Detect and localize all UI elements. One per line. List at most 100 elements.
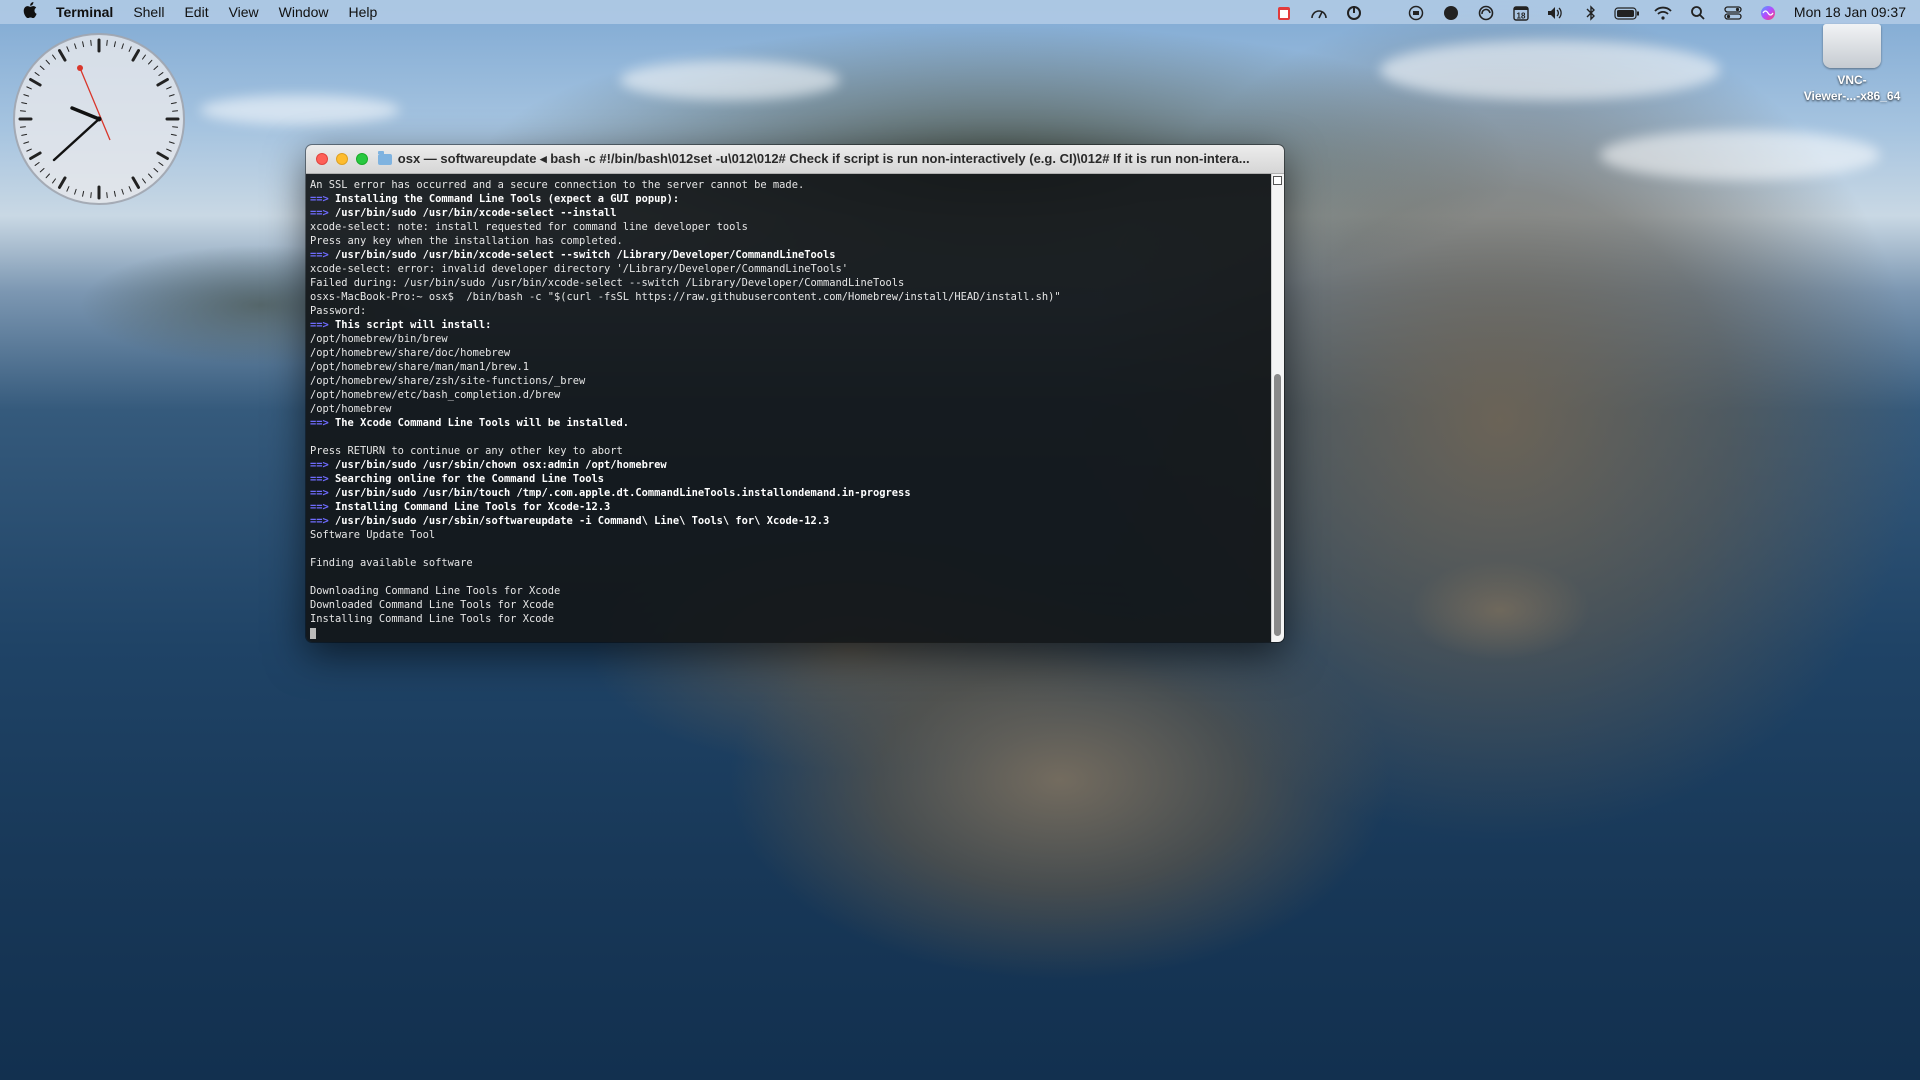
terminal-line-text: Press any key when the installation has … (310, 235, 623, 247)
terminal-line-text: /usr/bin/sudo /usr/bin/xcode-select --sw… (335, 249, 836, 261)
terminal-line: ==> Installing Command Line Tools for Xc… (310, 500, 1267, 514)
menu-bar: Terminal Shell Edit View Window Help 18 … (0, 0, 1920, 24)
terminal-line-text: Downloaded Command Line Tools for Xcode (310, 599, 554, 611)
terminal-line-text: xcode-select: error: invalid developer d… (310, 263, 848, 275)
cloud (200, 95, 400, 125)
cloud (1600, 130, 1880, 180)
terminal-line: xcode-select: note: install requested fo… (310, 220, 1267, 234)
compass-icon[interactable] (1439, 0, 1463, 24)
terminal-line: ==> Installing the Command Line Tools (e… (310, 192, 1267, 206)
terminal-line: /opt/homebrew/share/zsh/site-functions/_… (310, 374, 1267, 388)
terminal-output[interactable]: An SSL error has occurred and a secure c… (306, 174, 1271, 642)
terminal-body[interactable]: An SSL error has occurred and a secure c… (306, 174, 1284, 642)
menu-bar-clock[interactable]: Mon 18 Jan 09:37 (1794, 4, 1906, 20)
cloud (1380, 40, 1720, 100)
menu-shell[interactable]: Shell (133, 4, 164, 20)
lock-ring-icon[interactable] (1404, 0, 1428, 24)
terminal-line: ==> This script will install: (310, 318, 1267, 332)
terminal-line-text: This script will install: (335, 319, 492, 331)
terminal-line-text: /usr/bin/sudo /usr/bin/touch /tmp/.com.a… (335, 487, 911, 499)
terminal-line: Downloaded Command Line Tools for Xcode (310, 598, 1267, 612)
close-button[interactable] (316, 153, 328, 165)
clock-tick (19, 126, 26, 128)
desktop-drive-icon[interactable]: VNC- Viewer-...-x86_64 (1792, 24, 1912, 104)
terminal-line-text: Password: (310, 305, 367, 317)
menu-edit[interactable]: Edit (184, 4, 208, 20)
terminal-line: /opt/homebrew (310, 402, 1267, 416)
terminal-line-text: Finding available software (310, 557, 473, 569)
desktop-drive-label-line2: Viewer-...-x86_64 (1803, 89, 1901, 103)
terminal-line: ==> /usr/bin/sudo /usr/bin/xcode-select … (310, 206, 1267, 220)
speedometer-icon[interactable] (1307, 0, 1331, 24)
terminal-line: /opt/homebrew/etc/bash_completion.d/brew (310, 388, 1267, 402)
window-titlebar[interactable]: osx — softwareupdate ◂ bash -c #!/bin/ba… (306, 145, 1284, 174)
terminal-line-text: Software Update Tool (310, 529, 436, 541)
terminal-line-text: Installing Command Line Tools for Xcode (310, 613, 554, 625)
terminal-line: /opt/homebrew/share/doc/homebrew (310, 346, 1267, 360)
clock-tick (106, 192, 108, 199)
analog-clock-widget (12, 32, 186, 206)
scroll-thumb[interactable] (1274, 374, 1281, 636)
control-center-icon[interactable] (1721, 0, 1745, 24)
scroll-marker-icon[interactable] (1273, 176, 1282, 185)
terminal-line: ==> /usr/bin/sudo /usr/bin/xcode-select … (310, 248, 1267, 262)
desktop-drive-label-line1: VNC- (1837, 73, 1867, 87)
terminal-line: Password: (310, 304, 1267, 318)
disk-image-icon (1823, 24, 1881, 68)
zoom-button[interactable] (355, 153, 368, 165)
prompt-arrow-icon: ==> (310, 473, 329, 485)
terminal-line-text: /opt/homebrew/share/man/man1/brew.1 (310, 361, 529, 373)
minimize-button[interactable] (335, 153, 348, 165)
date-icon[interactable]: 18 (1509, 0, 1533, 24)
terminal-line: An SSL error has occurred and a secure c… (310, 178, 1267, 192)
terminal-line: /opt/homebrew/bin/brew (310, 332, 1267, 346)
search-icon[interactable] (1686, 0, 1710, 24)
terminal-line-text: Downloading Command Line Tools for Xcode (310, 585, 561, 597)
terminal-line-text: Installing Command Line Tools for Xcode-… (335, 501, 611, 513)
bluetooth-icon[interactable] (1579, 0, 1603, 24)
terminal-line-text: /opt/homebrew/share/doc/homebrew (310, 347, 511, 359)
clock-tick (90, 39, 92, 46)
terminal-line: ==> /usr/bin/sudo /usr/sbin/softwareupda… (310, 514, 1267, 528)
terminal-cursor-line[interactable] (310, 626, 1267, 640)
clock-tick (19, 110, 26, 112)
text-cursor (310, 627, 316, 639)
terminal-line-text: Failed during: /usr/bin/sudo /usr/bin/xc… (310, 277, 905, 289)
menu-help[interactable]: Help (348, 4, 377, 20)
vertical-scrollbar[interactable] (1271, 174, 1284, 642)
battery-icon[interactable] (1614, 0, 1640, 24)
menu-window[interactable]: Window (279, 4, 329, 20)
terminal-line: /opt/homebrew/share/man/man1/brew.1 (310, 360, 1267, 374)
analog-clock-face (13, 33, 185, 205)
terminal-line: ==> /usr/bin/sudo /usr/sbin/chown osx:ad… (310, 458, 1267, 472)
wifi-icon[interactable] (1651, 0, 1675, 24)
terminal-line-text: osxs-MacBook-Pro:~ osx$ /bin/bash -c "$(… (310, 291, 1061, 303)
siri-icon[interactable] (1756, 0, 1780, 24)
prompt-arrow-icon: ==> (310, 501, 329, 513)
apple-menu-icon[interactable] (20, 1, 40, 23)
terminal-line: ==> Searching online for the Command Lin… (310, 472, 1267, 486)
window-title: osx — softwareupdate ◂ bash -c #!/bin/ba… (397, 151, 1250, 166)
terminal-line: Press any key when the installation has … (310, 234, 1267, 248)
menu-view[interactable]: View (229, 4, 259, 20)
terminal-line: Software Update Tool (310, 528, 1267, 542)
terminal-line-text: Searching online for the Command Line To… (335, 473, 605, 485)
prompt-arrow-icon: ==> (310, 459, 329, 471)
prompt-arrow-icon: ==> (310, 249, 329, 261)
terminal-line: Finding available software (310, 556, 1267, 570)
volume-icon[interactable] (1544, 0, 1568, 24)
terminal-window[interactable]: osx — softwareupdate ◂ bash -c #!/bin/ba… (306, 145, 1284, 642)
refresh-icon[interactable] (1474, 0, 1498, 24)
clock-tick (172, 110, 179, 112)
terminal-line: osxs-MacBook-Pro:~ osx$ /bin/bash -c "$(… (310, 290, 1267, 304)
calendar-badge-icon[interactable] (1272, 0, 1296, 24)
menu-app-terminal[interactable]: Terminal (56, 4, 113, 20)
clock-tick (90, 192, 92, 199)
power-icon[interactable] (1342, 0, 1366, 24)
terminal-line: Press RETURN to continue or any other ke… (310, 444, 1267, 458)
terminal-line-text: /usr/bin/sudo /usr/sbin/softwareupdate -… (335, 515, 830, 527)
prompt-arrow-icon: ==> (310, 417, 329, 429)
